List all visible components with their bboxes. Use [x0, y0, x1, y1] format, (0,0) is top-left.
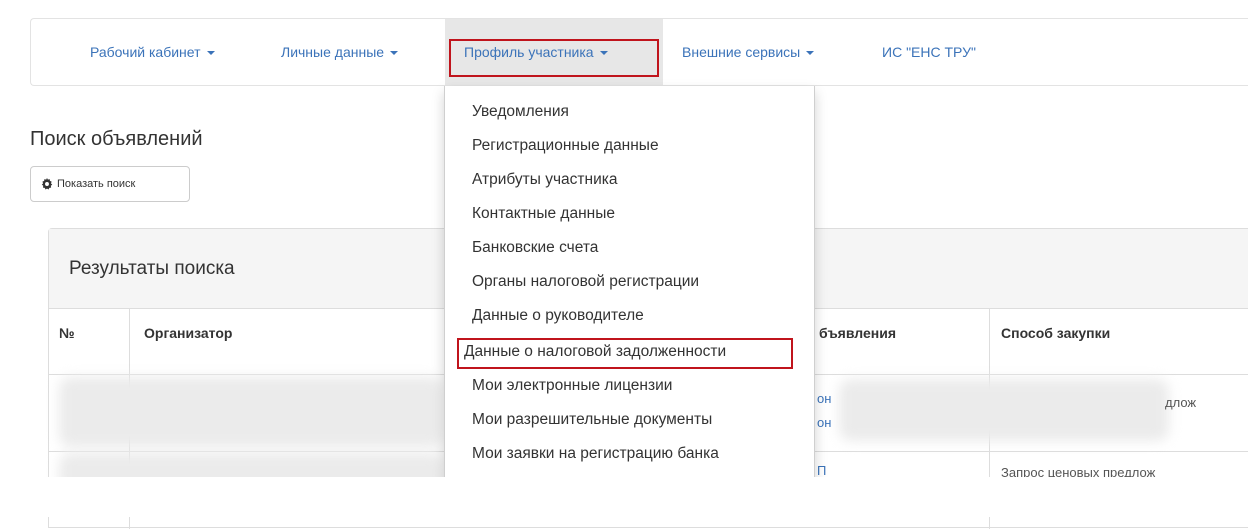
participant-profile-dropdown: Уведомления Регистрационные данные Атриб… — [444, 86, 815, 486]
column-header-number: № — [59, 325, 75, 341]
caret-down-icon — [599, 51, 608, 56]
nav-item-work-cabinet[interactable]: Рабочий кабинет — [90, 19, 215, 85]
nav-item-label: Профиль участника — [464, 44, 594, 60]
announcement-link[interactable]: он — [817, 391, 831, 406]
nav-item-label: ИС "ЕНС ТРУ" — [882, 44, 976, 60]
column-header-announcement: бъявления — [819, 325, 896, 341]
procurement-method-value: длож — [1165, 395, 1197, 410]
top-navbar: Рабочий кабинет Личные данные Профиль уч… — [30, 18, 1248, 86]
column-header-organizer: Организатор — [144, 325, 233, 341]
caret-down-icon — [390, 51, 399, 56]
nav-item-ens-tru[interactable]: ИС "ЕНС ТРУ" — [882, 19, 976, 85]
caret-down-icon — [206, 51, 215, 56]
menu-item-permit-documents[interactable]: Мои разрешительные документы — [472, 403, 712, 437]
menu-item-notifications[interactable]: Уведомления — [472, 95, 569, 129]
page-title: Поиск объявлений — [30, 128, 203, 150]
show-search-label: Показать поиск — [57, 178, 136, 190]
menu-item-bank-registration-requests[interactable]: Мои заявки на регистрацию банка — [472, 437, 719, 471]
nav-item-label: Рабочий кабинет — [90, 44, 201, 60]
nav-item-personal-data[interactable]: Личные данные — [281, 19, 399, 85]
menu-item-participant-attributes[interactable]: Атрибуты участника — [472, 163, 617, 197]
menu-item-contact-data[interactable]: Контактные данные — [472, 197, 615, 231]
announcement-link[interactable]: П — [817, 463, 826, 478]
nav-item-external-services[interactable]: Внешние сервисы — [682, 19, 815, 85]
caret-down-icon — [806, 51, 815, 56]
announcement-link[interactable]: он — [817, 415, 831, 430]
column-header-procurement-method: Способ закупки — [1001, 325, 1111, 341]
nav-item-label: Внешние сервисы — [682, 44, 801, 60]
menu-item-registration-data[interactable]: Регистрационные данные — [472, 129, 659, 163]
show-search-button[interactable]: Показать поиск — [30, 166, 190, 202]
nav-item-participant-profile[interactable]: Профиль участника — [445, 19, 663, 85]
nav-item-label: Личные данные — [281, 44, 385, 60]
menu-item-director-data[interactable]: Данные о руководителе — [472, 299, 644, 333]
redacted-announcement — [839, 379, 1169, 441]
menu-item-electronic-licenses[interactable]: Мои электронные лицензии — [472, 369, 672, 403]
gear-icon — [41, 178, 53, 190]
results-title: Результаты поиска — [69, 258, 235, 279]
redacted-organizer — [59, 377, 444, 447]
menu-item-tax-debt-data[interactable]: Данные о налоговой задолженности — [464, 335, 726, 369]
screenshot-bottom-margin — [0, 477, 1248, 517]
menu-item-bank-accounts[interactable]: Банковские счета — [472, 231, 598, 265]
menu-item-tax-registration-authorities[interactable]: Органы налоговой регистрации — [472, 265, 699, 299]
